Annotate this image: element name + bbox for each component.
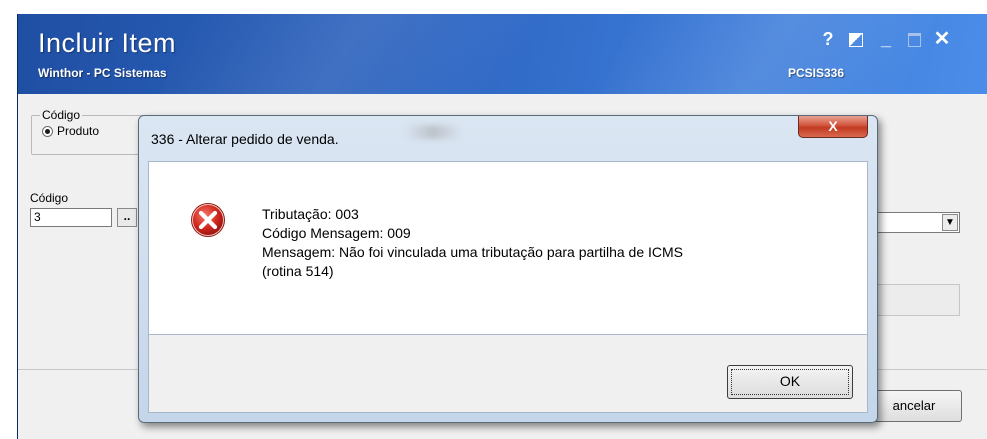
dialog-message-area: Tributação: 003 Código Mensagem: 009 Men… [148, 161, 868, 335]
dialog-message: Tributação: 003 Código Mensagem: 009 Men… [262, 205, 683, 281]
ok-button[interactable]: OK [727, 365, 853, 399]
message-line: Tributação: 003 [262, 206, 359, 222]
message-line: Mensagem: Não foi vinculada uma tributaç… [262, 244, 683, 260]
title-blur [404, 125, 462, 139]
message-line: Código Mensagem: 009 [262, 225, 411, 241]
help-button[interactable]: ? [818, 28, 838, 50]
produto-radio-option[interactable]: Produto [42, 124, 99, 138]
dock-button[interactable] [846, 28, 866, 50]
produto-radio-label: Produto [57, 124, 100, 138]
titlebar-sheen [140, 14, 636, 94]
window-close-button[interactable]: ✕ [932, 28, 952, 50]
error-icon [191, 203, 225, 237]
produto-radio[interactable] [42, 125, 53, 137]
window-code: PCSIS336 [788, 66, 845, 80]
titlebar-sheen-2 [580, 14, 956, 94]
message-line: (rotina 514) [262, 263, 334, 279]
dialog-close-button[interactable]: X [798, 116, 868, 138]
maximize-icon [907, 33, 921, 48]
codigo-group-label: Código [40, 108, 83, 122]
window-subtitle: Winthor - PC Sistemas [38, 66, 167, 80]
dialog-title: 336 - Alterar pedido de venda. [151, 131, 339, 147]
maximize-button[interactable] [904, 28, 924, 50]
codigo-label: Código [30, 191, 69, 205]
chevron-down-icon[interactable]: ▼ [942, 214, 958, 231]
window-titlebar[interactable]: Incluir Item Winthor - PC Sistemas PCSIS… [18, 14, 987, 94]
codigo-input[interactable]: 3 [30, 208, 112, 227]
error-dialog: 336 - Alterar pedido de venda. X Tributa… [138, 115, 878, 423]
lookup-button[interactable]: .. [117, 208, 137, 227]
window-title: Incluir Item [38, 28, 177, 58]
focus-rect [731, 369, 849, 395]
cancel-button[interactable]: ancelar [866, 390, 962, 422]
dock-icon [849, 33, 863, 48]
minimize-button[interactable]: _ [876, 28, 896, 50]
